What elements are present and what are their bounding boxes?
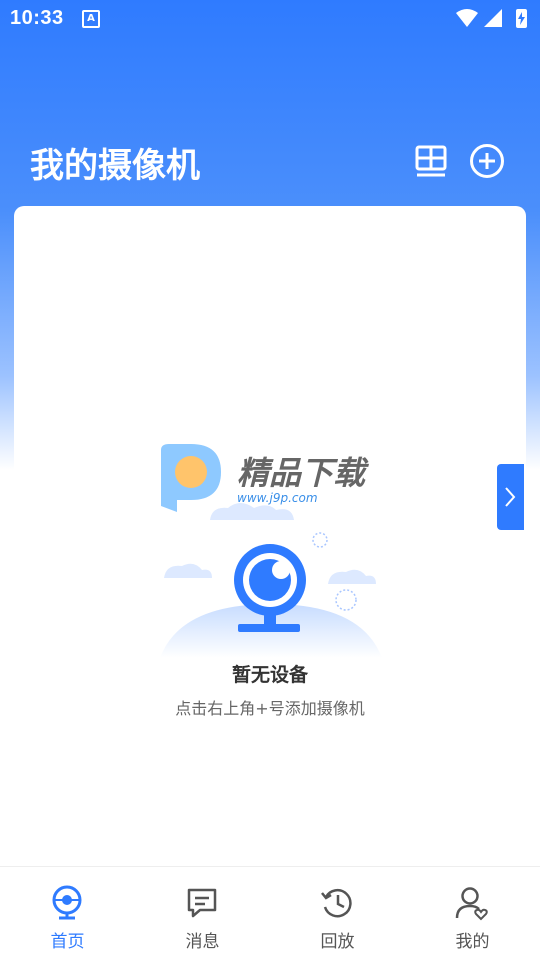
- tab-playback-label: 回放: [320, 932, 355, 952]
- camera-illustration: [160, 503, 382, 658]
- wifi-icon: [456, 9, 478, 27]
- tab-profile[interactable]: 我的: [405, 867, 540, 961]
- camera-icon: [52, 885, 82, 920]
- cloud: [210, 503, 294, 520]
- page-title: 我的摄像机: [30, 146, 200, 186]
- chevron-right-icon: [505, 487, 516, 507]
- empty-state-subtitle: 点击右上角+号添加摄像机: [175, 699, 365, 718]
- watermark-brand: 精品下载: [237, 454, 370, 492]
- message-icon: [187, 888, 217, 918]
- tab-messages[interactable]: 消息: [135, 867, 270, 961]
- notification-icon: A: [82, 10, 100, 28]
- empty-state-title: 暂无设备: [231, 664, 308, 686]
- history-icon: [321, 888, 352, 918]
- side-drawer-toggle[interactable]: [497, 464, 524, 530]
- grid-layout-icon[interactable]: [414, 143, 450, 179]
- cloud: [328, 569, 376, 584]
- tab-home[interactable]: 首页: [0, 867, 135, 961]
- tab-home-label: 首页: [50, 932, 85, 952]
- tab-messages-label: 消息: [185, 932, 220, 952]
- status-icons: [456, 9, 527, 28]
- signal-icon: [484, 9, 502, 27]
- bottom-tab-bar: 首页 消息 回放 我的: [0, 866, 540, 961]
- status-time: 10:33: [10, 7, 64, 29]
- tab-playback[interactable]: 回放: [270, 867, 405, 961]
- add-camera-button[interactable]: [469, 143, 505, 179]
- status-bar: 10:33 A: [0, 0, 540, 36]
- profile-icon: [455, 887, 488, 921]
- tab-profile-label: 我的: [455, 932, 490, 952]
- cloud: [164, 563, 212, 578]
